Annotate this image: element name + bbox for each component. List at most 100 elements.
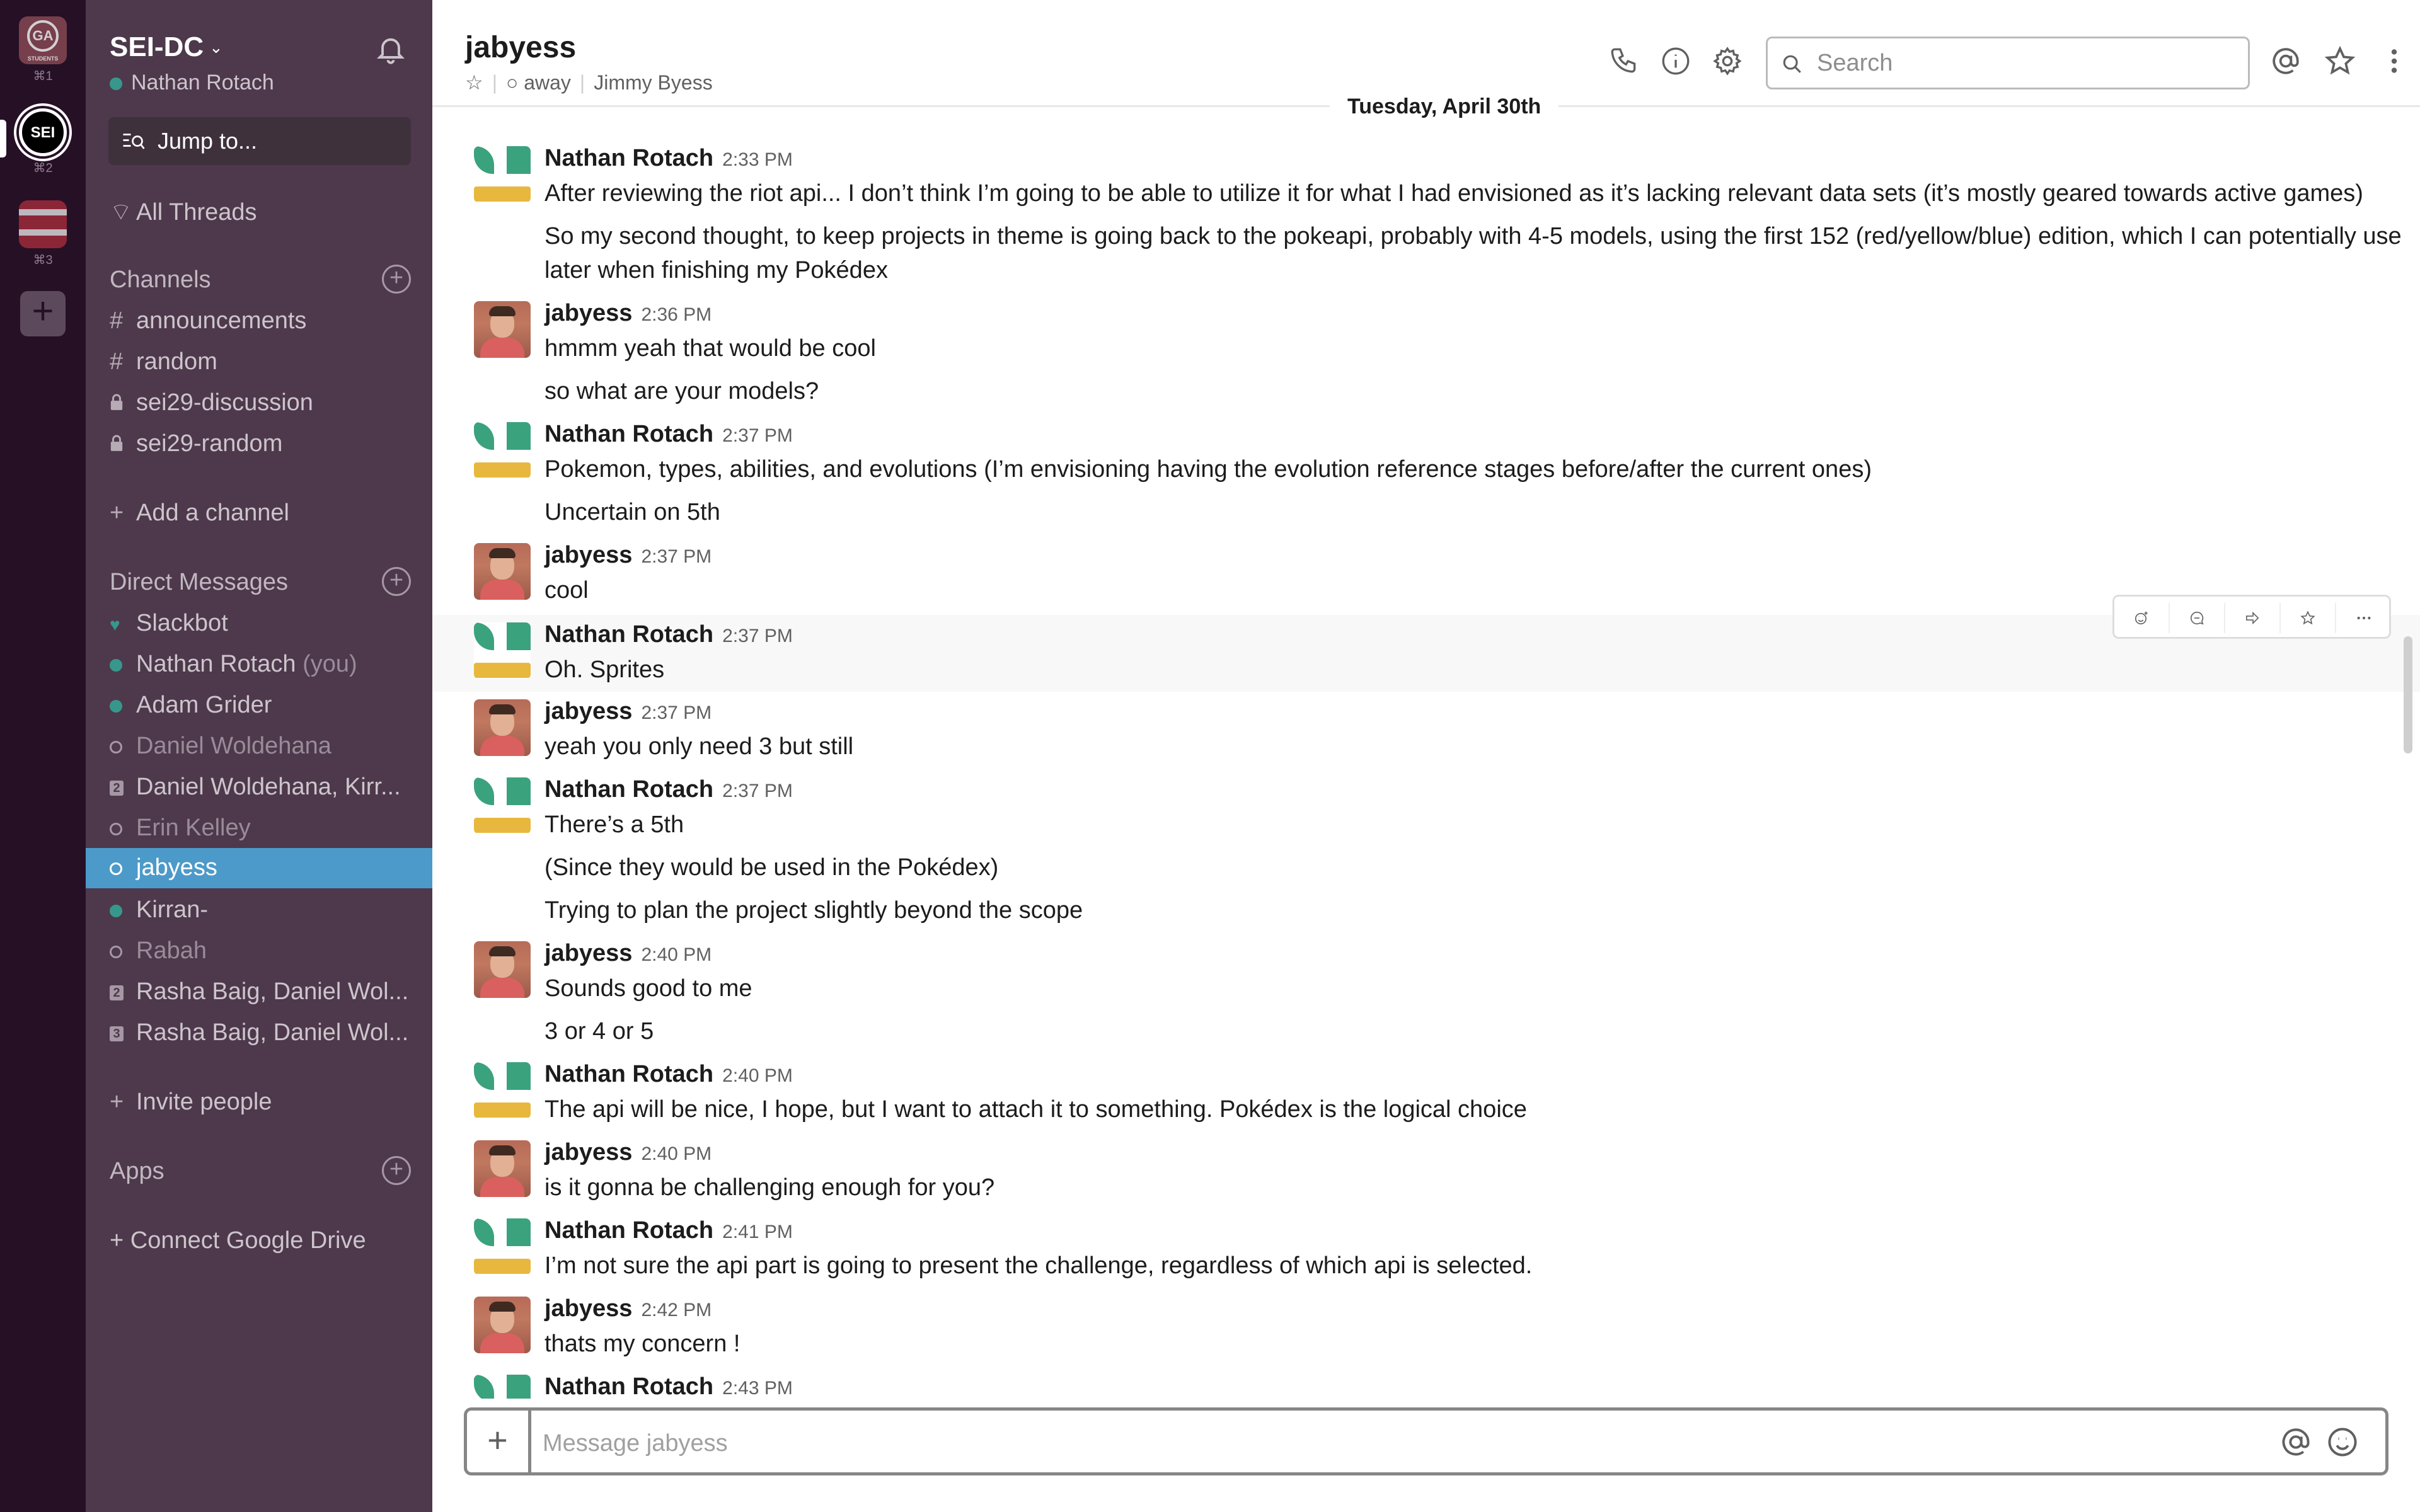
dm-item-daniel-woldehana[interactable]: Daniel Woldehana (110, 733, 331, 760)
bell-icon[interactable] (374, 33, 407, 66)
workspace-2-icon[interactable]: SEI (19, 108, 67, 156)
avatar[interactable] (474, 1218, 531, 1275)
emoji-icon[interactable] (2326, 1426, 2359, 1458)
dm-item-rabah[interactable]: Rabah (110, 937, 207, 965)
start-thread-icon[interactable] (2170, 603, 2225, 633)
message-group[interactable]: jabyess 2:42 PM thats my concern ! (432, 1289, 2420, 1366)
channel-item-announcements[interactable]: # announcements (110, 307, 306, 335)
connect-google-drive-item[interactable]: + Connect Google Drive (110, 1227, 366, 1254)
message-author[interactable]: Nathan Rotach 2:33 PM (544, 145, 793, 172)
direct-messages-heading[interactable]: Direct Messages (110, 569, 288, 596)
author-name[interactable]: Nathan Rotach (544, 145, 713, 171)
message-timestamp[interactable]: 2:41 PM (722, 1222, 793, 1242)
team-name[interactable]: SEI-DC (110, 32, 204, 63)
workspace-2[interactable]: SEI ⌘2 (19, 108, 67, 176)
avatar[interactable] (474, 422, 531, 479)
message-timestamp[interactable]: 2:37 PM (722, 626, 793, 646)
message-author[interactable]: Nathan Rotach 2:37 PM (544, 621, 793, 648)
dm-item-adam-grider[interactable]: Adam Grider (110, 692, 272, 719)
dm-item-kirran[interactable]: Kirran- (110, 896, 208, 924)
share-message-icon[interactable] (2225, 603, 2281, 633)
all-threads-item[interactable]: ⌔ All Threads (110, 197, 257, 227)
message-group[interactable]: Nathan Rotach 2:40 PM The api will be nice… (432, 1055, 2420, 1131)
workspace-1[interactable]: GA STUDENTS ⌘1 (19, 16, 67, 84)
add-app-plus-icon[interactable]: + (382, 1156, 411, 1185)
author-name[interactable]: Nathan Rotach (544, 1373, 713, 1399)
add-channel-item[interactable]: + Add a channel (110, 500, 289, 527)
dm-item-group-2[interactable]: 2 Rasha Baig, Daniel Wol... (110, 978, 408, 1005)
mention-at-icon[interactable] (2279, 1426, 2312, 1458)
message-group[interactable]: jabyess 2:40 PM is it gonna be challenging… (432, 1133, 2420, 1210)
star-icon[interactable]: ☆ (465, 71, 483, 94)
message-timestamp[interactable]: 2:37 PM (641, 546, 712, 567)
author-name[interactable]: jabyess (544, 300, 632, 326)
current-user-status[interactable]: Nathan Rotach (110, 71, 274, 95)
dm-item-erin-kelley[interactable]: Erin Kelley (110, 815, 251, 842)
avatar[interactable] (474, 622, 531, 679)
avatar[interactable] (474, 1375, 531, 1399)
mentions-at-icon[interactable] (2270, 45, 2302, 77)
dm-item-group-1[interactable]: 2 Daniel Woldehana, Kirr... (110, 774, 401, 801)
author-name[interactable]: jabyess (544, 1139, 632, 1166)
message-author[interactable]: Nathan Rotach 2:40 PM (544, 1061, 793, 1088)
channel-item-sei29-discussion[interactable]: sei29-discussion (110, 389, 313, 416)
message-timestamp[interactable]: 2:36 PM (641, 304, 712, 325)
channel-item-sei29-random[interactable]: sei29-random (110, 430, 282, 457)
dm-item-jabyess[interactable]: jabyess (110, 854, 217, 881)
message-author[interactable]: jabyess 2:42 PM (544, 1295, 712, 1322)
dm-item-slackbot[interactable]: ♥ Slackbot (110, 610, 228, 637)
author-name[interactable]: Nathan Rotach (544, 1217, 713, 1244)
message-author[interactable]: Nathan Rotach 2:43 PM (544, 1373, 793, 1399)
message-timestamp[interactable]: 2:33 PM (722, 149, 793, 170)
workspace-3[interactable]: ⌘3 (19, 200, 67, 268)
message-group[interactable]: Nathan Rotach 2:33 PM After reviewing the … (432, 139, 2420, 292)
gear-icon[interactable] (1712, 45, 1743, 77)
dm-item-group-3[interactable]: 3 Rasha Baig, Daniel Wol... (110, 1019, 408, 1046)
add-reaction-icon[interactable] (2114, 603, 2170, 633)
message-author[interactable]: Nathan Rotach 2:41 PM (544, 1217, 793, 1244)
apps-heading[interactable]: Apps (110, 1158, 164, 1185)
starred-icon[interactable] (2324, 45, 2356, 77)
save-star-icon[interactable] (2281, 603, 2336, 633)
attach-plus-button[interactable]: + (467, 1411, 531, 1472)
message-input[interactable] (543, 1426, 2244, 1461)
message-timestamp[interactable]: 2:43 PM (722, 1378, 793, 1399)
avatar[interactable] (474, 1297, 531, 1353)
message-timestamp[interactable]: 2:37 PM (722, 425, 793, 446)
avatar[interactable] (474, 1062, 531, 1119)
add-dm-plus-icon[interactable]: + (382, 567, 411, 596)
author-name[interactable]: Nathan Rotach (544, 621, 713, 648)
scrollbar-thumb[interactable] (2404, 636, 2412, 753)
message-author[interactable]: jabyess 2:37 PM (544, 542, 712, 569)
channel-item-random[interactable]: # random (110, 348, 217, 375)
author-name[interactable]: jabyess (544, 698, 632, 724)
more-vertical-icon[interactable] (2378, 45, 2410, 77)
message-timestamp[interactable]: 2:37 PM (641, 702, 712, 723)
author-name[interactable]: Nathan Rotach (544, 1061, 713, 1087)
author-name[interactable]: Nathan Rotach (544, 776, 713, 803)
message-author[interactable]: jabyess 2:40 PM (544, 940, 712, 967)
dm-item-nathan-rotach[interactable]: Nathan Rotach (you) (110, 651, 357, 678)
message-timestamp[interactable]: 2:37 PM (722, 781, 793, 801)
add-channel-plus-icon[interactable]: + (382, 265, 411, 294)
avatar[interactable] (474, 699, 531, 756)
author-name[interactable]: jabyess (544, 940, 632, 966)
message-group[interactable]: jabyess 2:40 PM Sounds good to me 3 or 4 or… (432, 934, 2420, 1053)
message-group[interactable]: Nathan Rotach 2:41 PM I’m not sure the api… (432, 1211, 2420, 1288)
avatar[interactable] (474, 543, 531, 600)
phone-icon[interactable] (1608, 45, 1640, 77)
workspace-1-icon[interactable]: GA STUDENTS (19, 16, 67, 64)
channels-heading[interactable]: Channels (110, 266, 211, 294)
invite-people-item[interactable]: + Invite people (110, 1089, 272, 1116)
add-workspace-button[interactable]: + (20, 291, 66, 336)
message-author[interactable]: Nathan Rotach 2:37 PM (544, 776, 793, 803)
avatar[interactable] (474, 301, 531, 358)
message-timestamp[interactable]: 2:40 PM (722, 1065, 793, 1086)
avatar[interactable] (474, 941, 531, 998)
search-input[interactable]: Search (1766, 37, 2250, 89)
message-group[interactable]: Nathan Rotach 2:37 PM There’s a 5th (Since … (432, 770, 2420, 932)
author-name[interactable]: Nathan Rotach (544, 421, 713, 447)
author-name[interactable]: jabyess (544, 542, 632, 568)
message-timestamp[interactable]: 2:42 PM (641, 1300, 712, 1320)
dm-item-jabyess-selected[interactable]: jabyess (86, 848, 432, 888)
